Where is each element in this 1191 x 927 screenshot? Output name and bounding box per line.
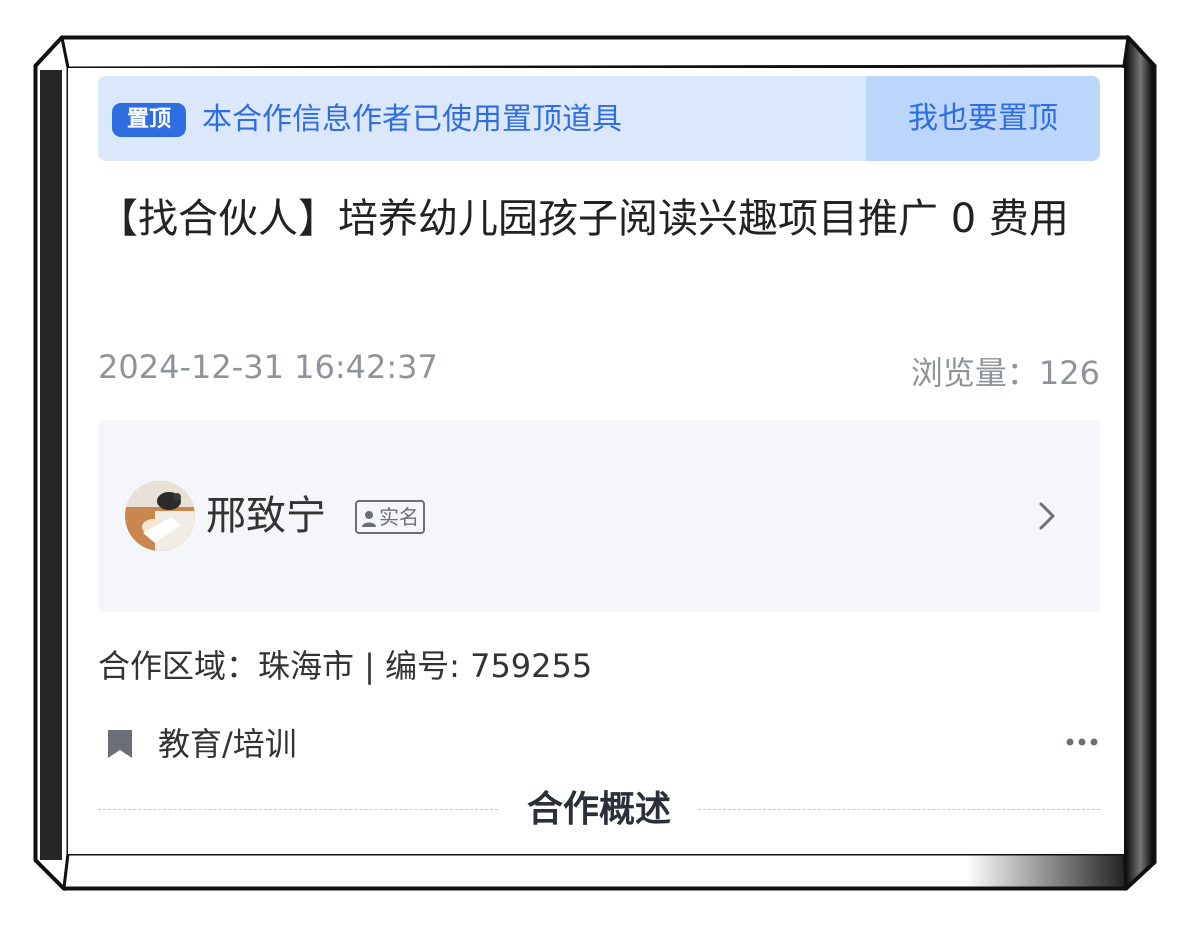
pin-too-button[interactable]: 我也要置顶 — [866, 76, 1100, 161]
bookmark-icon — [108, 730, 132, 758]
post-meta: 2024-12-31 16:42:37 浏览量：126 — [98, 348, 1100, 392]
verified-badge: 实名 — [355, 500, 425, 534]
section-header: 合作概述 — [98, 780, 1100, 840]
view-count: 浏览量：126 — [910, 354, 1100, 392]
app-screen: 置顶 本合作信息作者已使用置顶道具 我也要置顶 【找合伙人】培养幼儿园孩子阅读兴… — [68, 68, 1124, 854]
verified-label: 实名 — [379, 505, 419, 529]
author-name[interactable]: 邢致宁 — [206, 490, 326, 542]
post-title: 【找合伙人】培养幼儿园孩子阅读兴趣项目推广 0 费用 — [98, 196, 1069, 242]
pin-notice-text: 本合作信息作者已使用置顶道具 — [202, 102, 622, 137]
avatar[interactable] — [125, 481, 195, 551]
region-and-id: 合作区域：珠海市 | 编号: 759255 — [98, 647, 593, 685]
screenshot-frame: 置顶 本合作信息作者已使用置顶道具 我也要置顶 【找合伙人】培养幼儿园孩子阅读兴… — [0, 0, 1191, 927]
category-row: 教育/培训 — [98, 722, 1100, 766]
author-card[interactable]: 邢致宁 实名 — [98, 420, 1100, 612]
category-label: 教育/培训 — [158, 725, 297, 763]
pin-banner: 置顶 本合作信息作者已使用置顶道具 我也要置顶 — [98, 76, 1100, 161]
avatar-photo-icon — [125, 481, 195, 551]
chevron-right-icon[interactable] — [1032, 500, 1060, 532]
section-title: 合作概述 — [526, 789, 671, 830]
more-dots-icon[interactable] — [1064, 730, 1100, 754]
divider-right — [698, 809, 1100, 810]
publish-time: 2024-12-31 16:42:37 — [98, 348, 438, 386]
pin-badge: 置顶 — [112, 103, 186, 137]
person-icon — [362, 510, 376, 527]
